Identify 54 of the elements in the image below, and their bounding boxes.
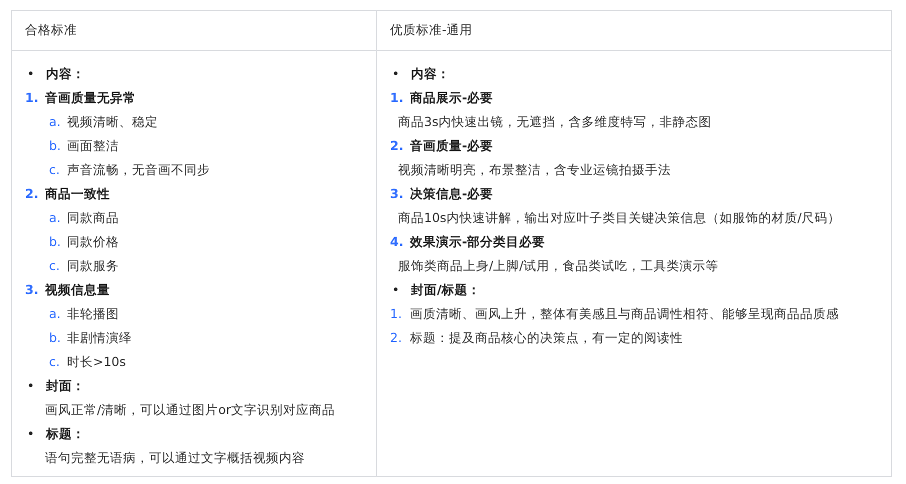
list-item-text: 声音流畅，无音画不同步 [67, 160, 210, 179]
list-marker: a. [49, 304, 62, 323]
list-item-text: 画面整洁 [67, 136, 119, 155]
bullet-marker: • [26, 376, 36, 395]
item-heading: 效果演示-部分类目必要 [410, 232, 546, 251]
list-marker: c. [49, 352, 61, 371]
column-header: 优质标准-通用 [377, 11, 891, 51]
list-item-text: 画质清晰、画风上升，整体有美感且与商品调性相符、能够呈现商品品质感 [410, 304, 839, 323]
bullet-marker: • [26, 424, 36, 443]
list-marker: 1. [25, 88, 40, 107]
list-marker: b. [49, 136, 62, 155]
list-item-text: 时长>10s [67, 352, 126, 371]
list-marker: 3. [390, 184, 404, 203]
list-item-text: 非剧情演绎 [67, 328, 132, 347]
description-text: 语句完整无语病，可以通过文字概括视频内容 [44, 448, 305, 467]
list-marker: 3. [25, 280, 40, 299]
list-item-text: 视频清晰、稳定 [67, 112, 158, 131]
column-header: 合格标准 [12, 11, 377, 51]
section-heading: 封面/标题： [411, 280, 481, 299]
description-text: 画风正常/清晰，可以通过图片or文字识别对应商品 [44, 400, 335, 419]
list-marker: 2. [390, 328, 403, 347]
list-marker: a. [49, 208, 62, 227]
item-heading: 音画质量无异常 [45, 88, 136, 107]
description-text: 商品3s内快速出镜，无遮挡，含多维度特写，非静态图 [397, 112, 712, 131]
item-heading: 视频信息量 [45, 280, 110, 299]
bullet-marker: • [391, 64, 400, 83]
section-heading: 封面： [46, 376, 85, 395]
description-text: 服饰类商品上身/上脚/试用，食品类试吃，工具类演示等 [397, 256, 718, 275]
section-heading: 内容： [46, 64, 85, 83]
section-heading: 标题： [46, 424, 85, 443]
list-item-text: 同款服务 [67, 256, 119, 275]
list-marker: 1. [390, 304, 403, 323]
item-heading: 商品一致性 [45, 184, 110, 203]
list-item-text: 同款价格 [67, 232, 119, 251]
list-marker: 1. [390, 88, 404, 107]
list-marker: b. [49, 232, 62, 251]
description-text: 商品10s内快速讲解，输出对应叶子类目关键决策信息（如服饰的材质/尺码） [397, 208, 841, 227]
list-item-text: 标题：提及商品核心的决策点，有一定的阅读性 [410, 328, 683, 347]
item-heading: 音画质量-必要 [410, 136, 494, 155]
list-marker: c. [49, 160, 61, 179]
list-marker: 2. [390, 136, 404, 155]
list-marker: 4. [390, 232, 404, 251]
item-heading: 决策信息-必要 [410, 184, 494, 203]
bullet-marker: • [26, 64, 36, 83]
list-marker: c. [49, 256, 61, 275]
list-item-text: 同款商品 [67, 208, 119, 227]
list-marker: a. [49, 112, 62, 131]
bullet-marker: • [391, 280, 400, 299]
list-marker: b. [49, 328, 62, 347]
section-heading: 内容： [411, 64, 450, 83]
list-marker: 2. [25, 184, 40, 203]
description-text: 视频清晰明亮，布景整洁，含专业运镜拍摄手法 [397, 160, 671, 179]
list-item-text: 非轮播图 [67, 304, 119, 323]
item-heading: 商品展示-必要 [410, 88, 494, 107]
